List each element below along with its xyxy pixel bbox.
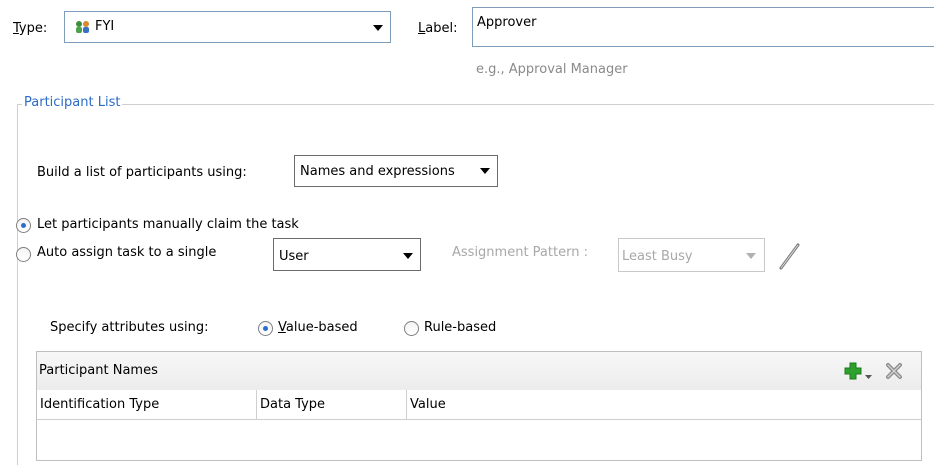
chevron-down-icon[interactable] — [373, 25, 383, 31]
column-header-identification-type[interactable]: Identification Type — [37, 390, 257, 420]
fyi-participant-icon — [75, 19, 91, 35]
add-dropdown-chevron-icon[interactable] — [865, 369, 872, 384]
auto-assign-value: User — [279, 249, 309, 264]
column-header-value[interactable]: Value — [407, 390, 921, 420]
chevron-down-icon — [746, 253, 756, 259]
auto-assign-radio[interactable] — [16, 247, 31, 262]
claim-task-label: Let participants manually claim the task — [37, 217, 299, 232]
label-hint: e.g., Approval Manager — [476, 62, 628, 77]
rule-based-label: Rule-based — [424, 320, 497, 335]
assignment-pattern-value: Least Busy — [622, 249, 693, 264]
delete-icon[interactable] — [885, 362, 903, 384]
chevron-down-icon — [403, 253, 413, 259]
assignment-pattern-combo[interactable]: Least Busy — [618, 238, 765, 272]
label-input-value: Approver — [477, 15, 537, 30]
label-input[interactable]: Approver — [472, 7, 934, 47]
rule-based-radio[interactable] — [404, 321, 419, 336]
pencil-edit-icon[interactable] — [778, 241, 802, 275]
type-value: FYI — [95, 19, 115, 34]
specify-attributes-label: Specify attributes using: — [50, 320, 209, 335]
chevron-down-icon — [480, 168, 490, 174]
value-based-label: Value-based — [278, 320, 358, 335]
auto-assign-combo[interactable]: User — [273, 238, 421, 271]
build-list-label: Build a list of participants using: — [37, 165, 247, 180]
value-based-radio[interactable] — [258, 321, 273, 336]
column-header-data-type[interactable]: Data Type — [257, 390, 407, 420]
participant-list-title: Participant List — [22, 95, 123, 110]
add-icon[interactable] — [844, 362, 862, 384]
build-list-value: Names and expressions — [300, 164, 455, 179]
auto-assign-label: Auto assign task to a single — [37, 245, 217, 260]
assignment-pattern-label: Assignment Pattern : — [452, 245, 588, 260]
build-list-combo[interactable]: Names and expressions — [294, 155, 498, 187]
type-label: Type: — [13, 21, 48, 36]
table-toolbar: Participant Names — [37, 352, 921, 391]
label-field-label: Label: — [418, 21, 458, 36]
participant-names-table: Participant Names Identification Type Da… — [36, 351, 922, 461]
type-combo[interactable]: FYI — [64, 11, 391, 43]
claim-task-radio[interactable] — [16, 218, 31, 233]
table-title: Participant Names — [39, 363, 158, 378]
